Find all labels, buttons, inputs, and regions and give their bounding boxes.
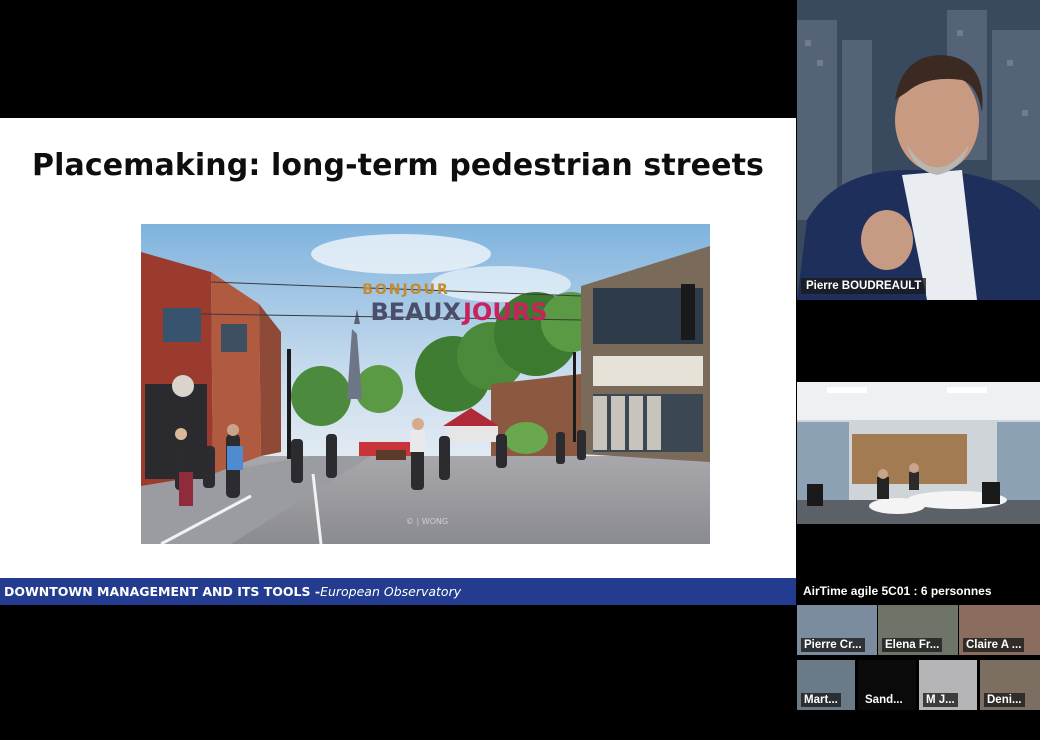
photo-credit: © | WONG [406,517,448,526]
participant-name: Sand... [865,694,903,706]
shared-screen: Placemaking: long-term pedestrian street… [0,0,796,740]
participant-name: Pierre Cr... [801,638,865,652]
slide-footer-bar: DOWNTOWN MANAGEMENT AND ITS TOOLS - Euro… [0,578,796,605]
participant-tile[interactable]: Elena Fr... [878,605,958,655]
sign-top-text: BONJOUR [362,282,450,298]
participant-tile[interactable]: Sand... [858,660,916,710]
speaker-video-tile[interactable]: Pierre BOUDREAULT [797,0,1040,300]
participant-name: Mart... [801,693,841,707]
participant-name: Deni... [984,693,1025,707]
slide-title: Placemaking: long-term pedestrian street… [32,148,764,183]
speaker-name-tag: Pierre BOUDREAULT [801,278,927,294]
participant-name: Claire A ... [963,638,1025,652]
sign-main-right-text: JOURS [461,298,548,326]
room-label: AirTime agile 5C01 : 6 personnes [803,584,992,598]
street-photo: BONJOUR BEAUX JOURS © | WONG [141,224,710,544]
participant-grid: Pierre Cr... Elena Fr... Claire A ... Ma… [797,605,1040,710]
sign-main-left-text: BEAUX [370,298,461,326]
participant-name: Elena Fr... [882,638,943,652]
participant-name: M J... [923,693,958,707]
participant-tile[interactable]: Mart... [797,660,855,710]
participant-tile[interactable]: Deni... [980,660,1040,710]
participant-tile[interactable]: Pierre Cr... [797,605,877,655]
footer-sub-text: European Observatory [320,584,462,599]
footer-main-text: DOWNTOWN MANAGEMENT AND ITS TOOLS - [4,584,321,599]
participant-tile[interactable]: M J... [919,660,977,710]
presentation-slide: Placemaking: long-term pedestrian street… [0,118,796,605]
participant-tile[interactable]: Claire A ... [959,605,1040,655]
room-video-tile[interactable] [797,382,1040,524]
